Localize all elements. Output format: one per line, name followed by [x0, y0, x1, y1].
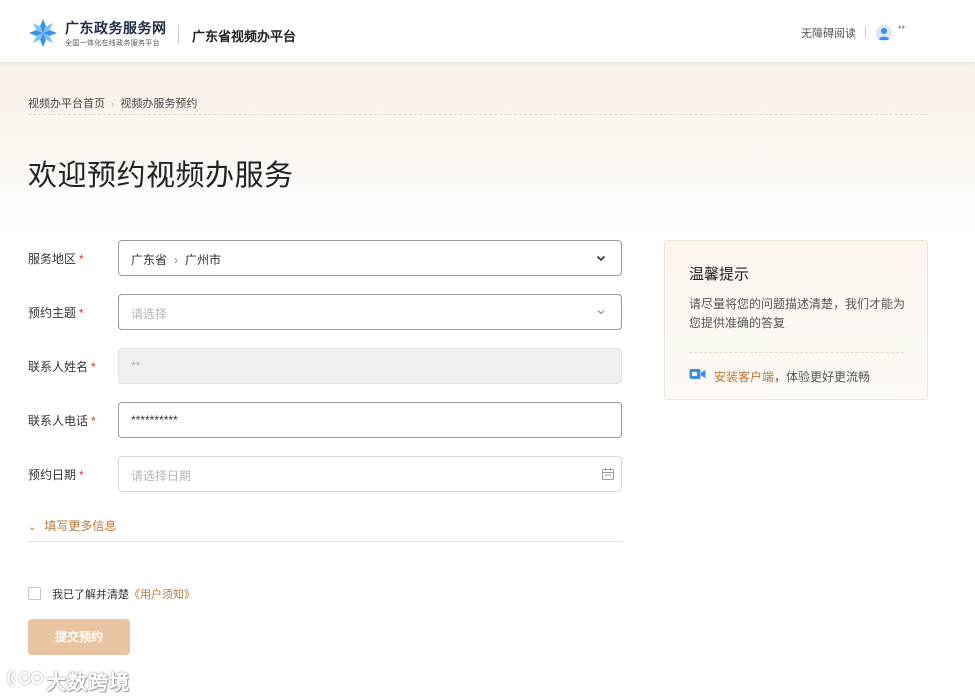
platform-name[interactable]: 广东省视频办平台	[192, 26, 296, 45]
contact-phone-value: **********	[131, 413, 178, 427]
tips-card: 温馨提示 请尽量将您的问题描述清楚，我们才能为您提供准确的答复 安装客户端，体验…	[664, 240, 928, 400]
logo-icon[interactable]	[28, 18, 58, 48]
tips-body: 请尽量将您的问题描述清楚，我们才能为您提供准确的答复	[689, 297, 906, 330]
chevron-down-icon	[596, 255, 606, 262]
breadcrumb: 视频办平台首页 › 视频办服务预约	[28, 95, 197, 111]
more-info-label: 填写更多信息	[44, 519, 117, 533]
breadcrumb-current: 视频办服务预约	[120, 98, 198, 110]
required-mark: *	[91, 414, 96, 428]
topic-select[interactable]: 请选择	[118, 294, 622, 330]
video-camera-icon	[689, 369, 706, 379]
hero-band	[0, 62, 975, 232]
install-client-link[interactable]: 安装客户端	[714, 370, 774, 384]
breadcrumb-divider	[28, 114, 928, 115]
topic-label: 预约主题 *	[28, 306, 84, 320]
user-name[interactable]: **	[898, 24, 905, 34]
top-header: 广东政务服务网 全国一体化在线政务服务平台 广东省视频办平台 无障碍阅读 **	[0, 0, 975, 62]
contact-name-field: **	[118, 348, 622, 384]
contact-name-label: 联系人姓名 *	[28, 360, 96, 374]
page-title: 欢迎预约视频办服务	[28, 160, 294, 192]
contact-name-value: **	[131, 359, 141, 373]
tips-divider	[689, 352, 904, 353]
agree-checkbox[interactable]	[28, 587, 41, 600]
required-mark: *	[79, 252, 84, 266]
watermark-logo-icon	[7, 669, 44, 687]
tips-title: 温馨提示	[689, 266, 750, 283]
date-picker[interactable]: 请选择日期	[118, 456, 622, 492]
chevron-down-icon	[597, 310, 605, 315]
date-placeholder: 请选择日期	[131, 469, 192, 483]
required-mark: *	[79, 468, 84, 482]
region-label: 服务地区 *	[28, 252, 84, 266]
city-value: 广州市	[185, 253, 222, 267]
more-info-divider	[28, 541, 622, 542]
required-mark: *	[91, 360, 96, 374]
more-info-toggle[interactable]: ⌄ 填写更多信息	[28, 517, 116, 534]
watermark-text: 大数跨境	[46, 672, 130, 694]
contact-phone-label: 联系人电话 *	[28, 414, 96, 428]
calendar-icon[interactable]	[601, 467, 615, 481]
breadcrumb-home-link[interactable]: 视频办平台首页	[28, 98, 105, 110]
province-value: 广东省	[131, 253, 168, 267]
breadcrumb-separator: ›	[111, 99, 115, 110]
header-divider	[178, 25, 179, 43]
user-notice-link[interactable]: 《用户须知》	[129, 589, 195, 601]
user-avatar-icon[interactable]	[876, 25, 892, 41]
accessibility-link[interactable]: 无障碍阅读	[801, 25, 856, 41]
contact-phone-field[interactable]: **********	[118, 402, 622, 438]
agree-text: 我已了解并清楚《用户须知》	[52, 589, 195, 601]
required-mark: *	[79, 306, 84, 320]
logo-subtitle: 全国一体化在线政务服务平台	[65, 40, 160, 47]
region-separator: ›	[174, 253, 179, 267]
chevron-down-icon: ⌄	[28, 522, 37, 533]
date-label: 预约日期 *	[28, 468, 84, 482]
header-separator	[865, 26, 866, 38]
submit-button[interactable]: 提交预约	[28, 619, 130, 655]
tips-footer: 安装客户端，体验更好更流畅	[714, 370, 871, 384]
logo-title[interactable]: 广东政务服务网	[65, 18, 167, 38]
topic-placeholder: 请选择	[131, 307, 168, 321]
region-select[interactable]: 广东省 › 广州市	[118, 240, 622, 276]
